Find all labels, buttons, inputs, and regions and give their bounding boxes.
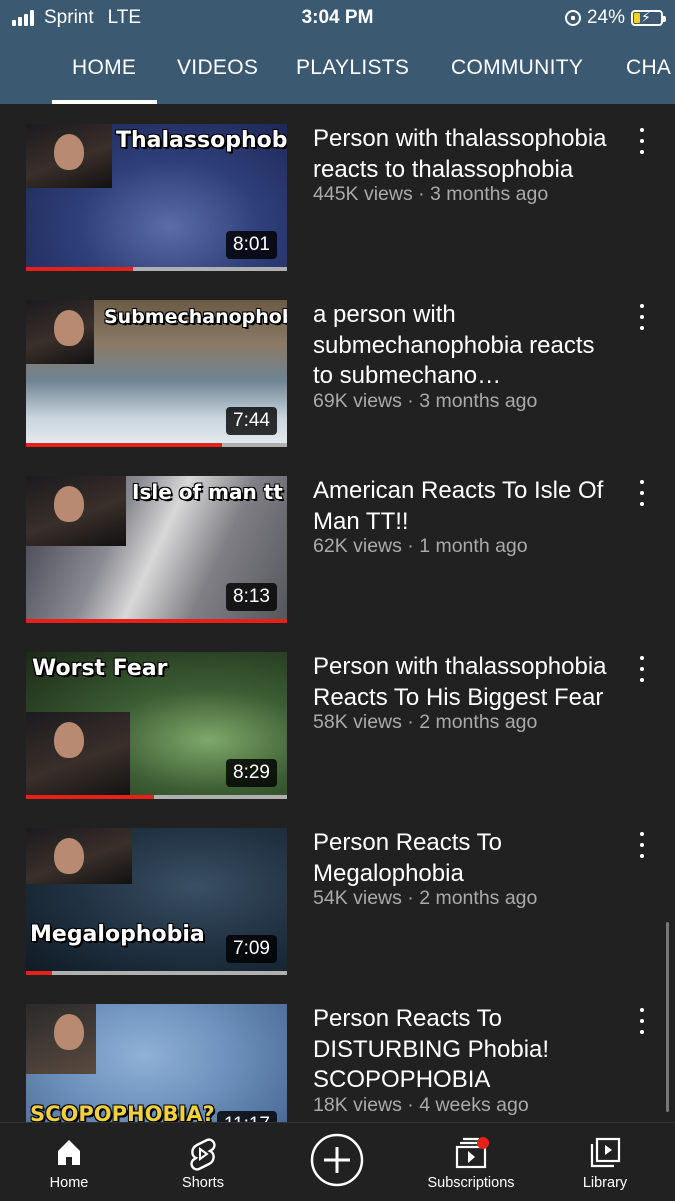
video-duration: 11:17 [216, 1111, 277, 1122]
orientation-lock-icon [564, 10, 581, 26]
watch-progress [26, 971, 287, 975]
video-thumbnail[interactable]: Submechanophobia 7:44 [26, 300, 287, 447]
thumbnail-title-art: Submechanophobia [104, 306, 287, 328]
more-options-icon[interactable] [632, 832, 652, 858]
video-title[interactable]: Person Reacts To Megalophobia [313, 828, 613, 889]
watch-progress [26, 795, 287, 799]
video-thumbnail[interactable]: Isle of man tt 8:13 [26, 476, 287, 623]
webcam-overlay [26, 712, 130, 798]
video-item[interactable]: Worst Fear 8:29 Person with thalassophob… [0, 632, 675, 799]
video-thumbnail[interactable]: Megalophobia 7:09 [26, 828, 287, 975]
video-stats: 69K views · 3 months ago [313, 389, 538, 412]
video-duration: 8:01 [226, 231, 277, 259]
scrollbar[interactable] [666, 922, 669, 1112]
webcam-overlay [26, 828, 132, 884]
nav-create[interactable] [270, 1123, 404, 1201]
thumbnail-title-art: Thalassophobia [116, 128, 287, 153]
nav-library[interactable]: Library [538, 1123, 672, 1201]
status-bar: Sprint LTE 3:04 PM 24% ⚡ [0, 0, 675, 36]
video-item[interactable]: Thalassophobia 8:01 Person with thalasso… [0, 104, 675, 271]
video-list: Thalassophobia 8:01 Person with thalasso… [0, 104, 675, 1122]
nav-subscriptions[interactable]: Subscriptions [404, 1123, 538, 1201]
charging-icon: ⚡ [641, 9, 651, 25]
video-item[interactable]: Submechanophobia 7:44 a person with subm… [0, 280, 675, 447]
battery-percent: 24% [586, 7, 625, 28]
channel-tabs: HOME VIDEOS PLAYLISTS COMMUNITY CHA [0, 36, 675, 104]
video-item[interactable]: Isle of man tt 8:13 American Reacts To I… [0, 456, 675, 623]
webcam-overlay [26, 1004, 96, 1074]
video-duration: 7:09 [226, 935, 277, 963]
video-stats: 18K views · 4 weeks ago [313, 1093, 529, 1116]
more-options-icon[interactable] [632, 128, 652, 154]
notification-dot [477, 1137, 489, 1149]
video-stats: 58K views · 2 months ago [313, 711, 538, 733]
webcam-overlay [26, 476, 126, 546]
nav-label: Library [582, 1175, 628, 1191]
video-thumbnail[interactable]: SCOPOPHOBIA? 11:17 [26, 1004, 287, 1122]
thumbnail-title-art: Megalophobia [30, 922, 205, 947]
video-duration: 8:13 [226, 583, 277, 611]
more-options-icon[interactable] [632, 304, 652, 330]
thumbnail-title-art: Worst Fear [32, 656, 168, 681]
video-duration: 7:44 [226, 407, 277, 435]
tab-community[interactable]: COMMUNITY [451, 56, 583, 80]
video-title[interactable]: a person with submechanophobia reacts to… [313, 300, 613, 392]
video-item[interactable]: Megalophobia 7:09 Person Reacts To Megal… [0, 808, 675, 975]
subscriptions-icon [455, 1137, 489, 1169]
video-title[interactable]: American Reacts To Isle Of Man TT!! [313, 476, 613, 537]
shorts-icon [190, 1138, 216, 1171]
channel-header: Sprint LTE 3:04 PM 24% ⚡ HOME VIDEOS PLA… [0, 0, 675, 104]
more-options-icon[interactable] [632, 1008, 652, 1034]
webcam-overlay [26, 124, 112, 188]
video-title[interactable]: Person with thalassophobia reacts to tha… [313, 124, 613, 185]
home-icon [58, 1140, 80, 1165]
nav-shorts[interactable]: Shorts [136, 1123, 270, 1201]
webcam-overlay [26, 300, 94, 364]
video-stats: 62K views · 1 month ago [313, 535, 528, 557]
tab-playlists[interactable]: PLAYLISTS [296, 56, 409, 80]
watch-progress [26, 267, 287, 271]
video-stats: 445K views · 3 months ago [313, 183, 549, 205]
video-title[interactable]: Person with thalassophobia Reacts To His… [313, 652, 613, 713]
nav-label: Home [49, 1175, 89, 1191]
tab-channels[interactable]: CHA [626, 56, 671, 80]
watch-progress [26, 619, 287, 623]
video-stats: 54K views · 2 months ago [313, 887, 538, 909]
nav-home[interactable]: Home [2, 1123, 136, 1201]
tab-videos[interactable]: VIDEOS [177, 56, 258, 80]
more-options-icon[interactable] [632, 656, 652, 682]
video-item[interactable]: SCOPOPHOBIA? 11:17 Person Reacts To DIST… [0, 984, 675, 1122]
battery-icon: ⚡ [631, 9, 666, 26]
video-title[interactable]: Person Reacts To DISTURBING Phobia! SCOP… [313, 1004, 613, 1096]
video-thumbnail[interactable]: Thalassophobia 8:01 [26, 124, 287, 271]
create-icon [310, 1133, 364, 1187]
status-right: 24% ⚡ [564, 7, 666, 29]
nav-label: Subscriptions [427, 1175, 515, 1191]
video-thumbnail[interactable]: Worst Fear 8:29 [26, 652, 287, 799]
library-icon [590, 1137, 621, 1168]
thumbnail-title-art: SCOPOPHOBIA? [30, 1102, 215, 1122]
thumbnail-title-art: Isle of man tt [132, 480, 283, 504]
nav-label: Shorts [182, 1175, 224, 1191]
bottom-navigation: Home Shorts Subscriptions Library [0, 1122, 675, 1201]
tab-home[interactable]: HOME [72, 56, 136, 80]
watch-progress [26, 443, 287, 447]
more-options-icon[interactable] [632, 480, 652, 506]
video-duration: 8:29 [226, 759, 277, 787]
